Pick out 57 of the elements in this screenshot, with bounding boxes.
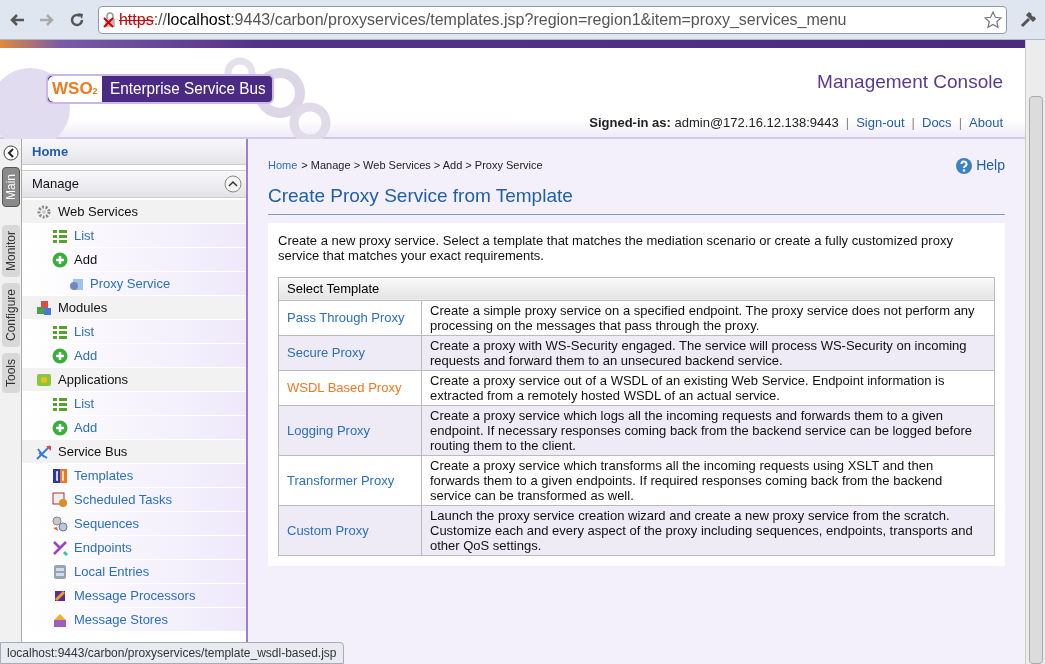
intro-text: Create a new proxy service. Select a template that matches the mediation scenario or create a fully customized proxy service that matches your exact requirements. bbox=[278, 232, 954, 263]
list-icon bbox=[52, 395, 68, 412]
menu-group[interactable]: Applications bbox=[22, 368, 246, 392]
header-link[interactable]: Sign-out bbox=[856, 112, 905, 132]
table-cell: Create a proxy service out of a WSDL of an existing Web Service. Endpoint information is extracted from a remotely hosted WSDL of an actual service. bbox=[421, 370, 995, 405]
gears-icon bbox=[52, 515, 68, 532]
table-cell: Create a proxy service which transforms all the incoming requests using XSLT and then forwards them to a given endpoints. If required responses coming back from the backend service can be transformed as well. bbox=[421, 455, 995, 505]
side-tab[interactable]: Monitor bbox=[1, 225, 20, 278]
table-header: Select Template bbox=[278, 277, 995, 300]
add-icon bbox=[52, 251, 68, 268]
breadcrumb-text: > Manage > Web Services > Add > Proxy Service bbox=[301, 158, 543, 174]
braces-icon bbox=[52, 467, 68, 484]
side-tab[interactable]: Main bbox=[1, 167, 20, 207]
table-cell: Launch the proxy service creation wizard and create a new proxy service from the scratch. Customize each and every aspect of the proxy including sequences, endpoints, transports and other QoS settings. bbox=[421, 505, 995, 555]
logo-text: Enterprise Service Bus bbox=[109, 78, 266, 101]
table-cell: Create a proxy service which logs all the incoming requests and forwards them to a given endpoint. If necessary responses coming back from the backend service can be logged before routing them to the client. bbox=[421, 405, 995, 455]
list-icon bbox=[52, 227, 68, 244]
page-title: Create Proxy Service from Template bbox=[268, 182, 1005, 215]
template-link[interactable]: Logging Proxy bbox=[287, 422, 371, 438]
help-icon[interactable] bbox=[956, 157, 973, 174]
side-tab[interactable]: Tools bbox=[1, 353, 20, 394]
separator: | bbox=[958, 113, 962, 132]
console-title: Management Console bbox=[817, 70, 1003, 94]
header-link[interactable]: About bbox=[969, 112, 1003, 132]
star-icon[interactable] bbox=[984, 10, 1003, 29]
address-bar[interactable]: https://localhost:9443/carbon/proxyservices/templates.jsp?region=region1&item=proxy_services_menu bbox=[97, 5, 1008, 34]
table-cell: Create a proxy with WS-Security engaged. The service will process WS-Security on incoming requests and forward them to an unsecured backend service. bbox=[421, 335, 995, 370]
section-title: Manage bbox=[32, 175, 79, 194]
help-link[interactable]: Help bbox=[976, 155, 1005, 176]
table-cell: Create a simple proxy service on a specified endpoint. The proxy service does not perform any processing on the messages that pass through the proxy. bbox=[421, 300, 995, 335]
separator: | bbox=[911, 113, 915, 132]
breadcrumb-link[interactable]: Home bbox=[268, 157, 298, 174]
url-text: https://localhost:9443/carbon/proxyservices/templates.jsp?region=region1&item=proxy_services_menu bbox=[118, 9, 847, 30]
box-icon bbox=[36, 371, 52, 388]
cubes-icon bbox=[36, 299, 52, 316]
list-icon bbox=[52, 323, 68, 340]
home-link[interactable]: Home bbox=[22, 139, 246, 165]
menu-group[interactable]: Modules bbox=[22, 296, 246, 320]
add-icon bbox=[52, 347, 68, 364]
status-url: localhost:9443/carbon/proxyservices/template_wsdl-based.jsp bbox=[0, 642, 344, 664]
side-tab[interactable]: Configure bbox=[1, 283, 20, 348]
insecure-lock-icon bbox=[102, 11, 117, 28]
collapse-icon[interactable] bbox=[2, 145, 19, 161]
tray-icon bbox=[52, 611, 68, 628]
scrollbar[interactable] bbox=[1025, 40, 1045, 664]
manage-header[interactable]: Manage bbox=[22, 170, 246, 198]
scroll-thumb[interactable] bbox=[1028, 95, 1043, 664]
template-link[interactable]: Custom Proxy bbox=[287, 522, 369, 538]
header-link[interactable]: Docs bbox=[922, 112, 952, 132]
collapse-icon[interactable] bbox=[224, 175, 242, 193]
add-icon bbox=[52, 419, 68, 436]
menu-group[interactable]: Service Bus bbox=[22, 440, 246, 464]
menu-group[interactable]: Web Services bbox=[22, 200, 246, 224]
logo-mark: WSO2 bbox=[48, 76, 102, 102]
signed-in-text: Signed-in as: admin@172.16.12.138:9443 bbox=[589, 113, 839, 132]
cabinet-icon bbox=[52, 563, 68, 580]
separator: | bbox=[845, 113, 850, 132]
